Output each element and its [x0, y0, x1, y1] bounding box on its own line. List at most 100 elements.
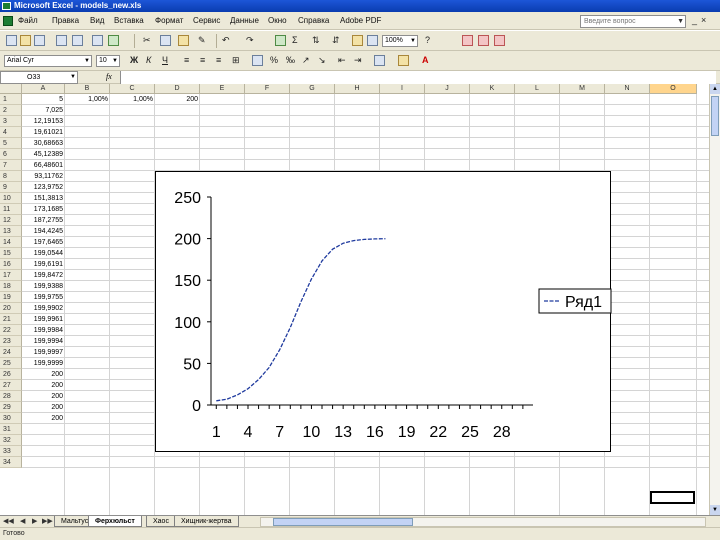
column-header-l[interactable]: L — [515, 84, 560, 94]
cell-d1[interactable]: 200 — [155, 94, 200, 105]
pdf-convert-icon[interactable] — [462, 35, 473, 46]
chevron-down-icon[interactable]: ▼ — [677, 16, 684, 27]
column-header-g[interactable]: G — [290, 84, 335, 94]
row-header-3[interactable]: 3 — [0, 116, 22, 127]
cell-a30[interactable]: 200 — [22, 413, 65, 424]
row-header-2[interactable]: 2 — [0, 105, 22, 116]
cell-a12[interactable]: 187,2755 — [22, 215, 65, 226]
increase-indent-icon[interactable]: ⇥ — [354, 55, 362, 66]
column-header-f[interactable]: F — [245, 84, 290, 94]
increase-decimal-icon[interactable]: ↗ — [302, 55, 310, 66]
cell-a21[interactable]: 199,9961 — [22, 314, 65, 325]
select-all-corner[interactable] — [0, 84, 22, 94]
cell-a3[interactable]: 12,19153 — [22, 116, 65, 127]
cell-a14[interactable]: 197,6465 — [22, 237, 65, 248]
undo-icon[interactable]: ↶ — [222, 35, 230, 46]
fill-color-icon[interactable] — [398, 55, 409, 66]
first-sheet-icon[interactable]: ◀◀ — [3, 517, 14, 525]
hyperlink-icon[interactable] — [275, 35, 286, 46]
column-header-h[interactable]: H — [335, 84, 380, 94]
row-header-22[interactable]: 22 — [0, 325, 22, 336]
row-header-24[interactable]: 24 — [0, 347, 22, 358]
permission-icon[interactable] — [56, 35, 67, 46]
row-header-23[interactable]: 23 — [0, 336, 22, 347]
menu-tools[interactable]: Сервис — [193, 15, 220, 27]
cell-a6[interactable]: 45,12389 — [22, 149, 65, 160]
currency-icon[interactable] — [252, 55, 263, 66]
row-header-11[interactable]: 11 — [0, 204, 22, 215]
previous-sheet-icon[interactable]: ◀ — [20, 517, 25, 525]
column-header-j[interactable]: J — [425, 84, 470, 94]
document-window-buttons[interactable]: _× — [692, 15, 710, 25]
cell-a17[interactable]: 199,8472 — [22, 270, 65, 281]
align-right-icon[interactable]: ≡ — [216, 55, 221, 66]
menu-adobe-pdf[interactable]: Adobe PDF — [340, 15, 381, 27]
row-header-10[interactable]: 10 — [0, 193, 22, 204]
decrease-decimal-icon[interactable]: ↘ — [318, 55, 326, 66]
chart-wizard-icon[interactable] — [352, 35, 363, 46]
row-header-28[interactable]: 28 — [0, 391, 22, 402]
cell-a5[interactable]: 30,68663 — [22, 138, 65, 149]
row-header-6[interactable]: 6 — [0, 149, 22, 160]
row-header-21[interactable]: 21 — [0, 314, 22, 325]
row-header-32[interactable]: 32 — [0, 435, 22, 446]
zoom-select[interactable]: 100% ▼ — [382, 35, 418, 47]
menu-file[interactable]: Файл — [18, 15, 38, 27]
row-header-12[interactable]: 12 — [0, 215, 22, 226]
format-painter-icon[interactable]: ✎ — [198, 35, 206, 46]
workbook-icon[interactable] — [3, 16, 13, 26]
cell-a23[interactable]: 199,9994 — [22, 336, 65, 347]
menu-window[interactable]: Окно — [268, 15, 287, 27]
redo-icon[interactable]: ↷ — [246, 35, 254, 46]
row-header-17[interactable]: 17 — [0, 270, 22, 281]
row-header-25[interactable]: 25 — [0, 358, 22, 369]
row-header-33[interactable]: 33 — [0, 446, 22, 457]
row-header-19[interactable]: 19 — [0, 292, 22, 303]
menu-edit[interactable]: Правка — [52, 15, 79, 27]
menu-insert[interactable]: Вставка — [114, 15, 144, 27]
scroll-up-icon[interactable]: ▲ — [710, 84, 720, 94]
cell-a13[interactable]: 194,4245 — [22, 226, 65, 237]
next-sheet-icon[interactable]: ▶ — [32, 517, 37, 525]
print-icon[interactable] — [72, 35, 83, 46]
sheet-tab-predator-prey[interactable]: Хищник-жертва — [174, 516, 239, 527]
column-header-e[interactable]: E — [200, 84, 245, 94]
row-header-13[interactable]: 13 — [0, 226, 22, 237]
row-header-9[interactable]: 9 — [0, 182, 22, 193]
bold-icon[interactable]: Ж — [130, 55, 138, 66]
sort-descending-icon[interactable]: ⇵ — [332, 35, 340, 46]
row-header-8[interactable]: 8 — [0, 171, 22, 182]
cell-a8[interactable]: 93,11762 — [22, 171, 65, 182]
column-header-d[interactable]: D — [155, 84, 200, 94]
cell-a18[interactable]: 199,9388 — [22, 281, 65, 292]
cell-a20[interactable]: 199,9902 — [22, 303, 65, 314]
sheet-tab-chaos[interactable]: Хаос — [146, 516, 176, 527]
cell-a2[interactable]: 7,025 — [22, 105, 65, 116]
cell-a27[interactable]: 200 — [22, 380, 65, 391]
menu-help[interactable]: Справка — [298, 15, 329, 27]
sort-ascending-icon[interactable]: ⇅ — [312, 35, 320, 46]
row-header-4[interactable]: 4 — [0, 127, 22, 138]
help-icon[interactable]: ? — [425, 35, 430, 46]
row-header-31[interactable]: 31 — [0, 424, 22, 435]
scroll-down-icon[interactable]: ▼ — [710, 505, 720, 515]
cell-a1[interactable]: 5 — [22, 94, 65, 105]
row-header-16[interactable]: 16 — [0, 259, 22, 270]
merge-center-icon[interactable]: ⊞ — [232, 55, 240, 66]
align-center-icon[interactable]: ≡ — [200, 55, 205, 66]
open-icon[interactable] — [20, 35, 31, 46]
cut-icon[interactable]: ✂ — [143, 35, 151, 46]
underline-icon[interactable]: Ч — [162, 55, 168, 66]
chevron-down-icon[interactable]: ▼ — [410, 36, 416, 46]
percent-icon[interactable]: % — [270, 55, 278, 66]
chevron-down-icon[interactable]: ▼ — [84, 56, 90, 66]
chevron-down-icon[interactable]: ▼ — [112, 56, 118, 66]
help-question-input[interactable]: Введите вопрос ▼ — [580, 15, 686, 28]
embedded-chart[interactable]: 0 50 100 150 200 250 1 4 7 10 13 16 19 22 25 28 Ряд1 — [155, 171, 612, 452]
paste-icon[interactable] — [178, 35, 189, 46]
font-name-select[interactable]: Arial Cyr ▼ — [4, 55, 92, 67]
row-header-26[interactable]: 26 — [0, 369, 22, 380]
save-icon[interactable] — [34, 35, 45, 46]
sheet-tab-verhulst[interactable]: Ферхюльст — [88, 516, 142, 527]
cell-a16[interactable]: 199,6191 — [22, 259, 65, 270]
